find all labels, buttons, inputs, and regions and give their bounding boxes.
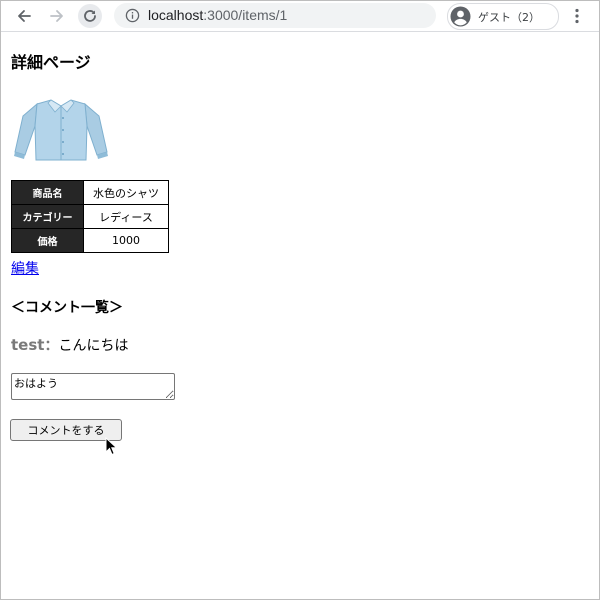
edit-link[interactable]: 編集	[11, 258, 39, 278]
browser-menu-button[interactable]	[567, 6, 587, 26]
product-info-table: 商品名 水色のシャツ カテゴリー レディース 価格 1000	[11, 180, 169, 253]
comments-heading: ＜コメント一覧＞	[11, 300, 123, 316]
page-content: 詳細ページ 商品名 水色のシャツ カテゴリー レディース 価格 1000 編集 …	[1, 32, 599, 599]
url-path: :3000/items/1	[203, 7, 288, 23]
url-text[interactable]: localhost:3000/items/1	[148, 7, 287, 23]
comment-separator: ：	[44, 338, 59, 354]
url-host: localhost	[148, 7, 204, 23]
reload-icon	[84, 10, 96, 22]
product-name-label: 商品名	[11, 180, 84, 205]
category-value: レディース	[83, 204, 169, 229]
arrow-left-icon	[18, 10, 31, 22]
category-label: カテゴリー	[11, 204, 84, 229]
page-title: 詳細ページ	[11, 53, 91, 72]
comment-text: こんにちは	[58, 338, 129, 354]
mouse-cursor-icon	[105, 437, 118, 456]
back-button[interactable]	[12, 4, 36, 28]
price-label: 価格	[11, 228, 84, 253]
browser-window: localhost:3000/items/1 ゲスト（2） 詳細ページ 商品名 …	[0, 0, 600, 600]
comment-item: test：こんにちは	[11, 335, 128, 355]
profile-button[interactable]: ゲスト（2）	[447, 3, 559, 30]
table-row: 価格 1000	[11, 228, 169, 253]
account-circle-icon	[450, 6, 471, 27]
browser-toolbar: localhost:3000/items/1 ゲスト（2）	[1, 1, 599, 32]
shirt-image	[14, 99, 108, 161]
info-circle-icon[interactable]	[125, 8, 140, 23]
forward-button[interactable]	[45, 4, 69, 28]
reload-button[interactable]	[78, 4, 102, 28]
price-value: 1000	[83, 228, 169, 253]
three-dots-vertical-icon	[575, 8, 579, 24]
table-row: カテゴリー レディース	[11, 204, 169, 229]
arrow-right-icon	[50, 10, 63, 22]
profile-label: ゲスト（2）	[478, 11, 540, 24]
comment-textarea[interactable]: おはよう	[11, 373, 175, 400]
table-row: 商品名 水色のシャツ	[11, 180, 169, 205]
address-bar[interactable]: localhost:3000/items/1	[114, 3, 436, 28]
product-name-value: 水色のシャツ	[83, 180, 169, 205]
comment-user: test	[11, 336, 45, 354]
